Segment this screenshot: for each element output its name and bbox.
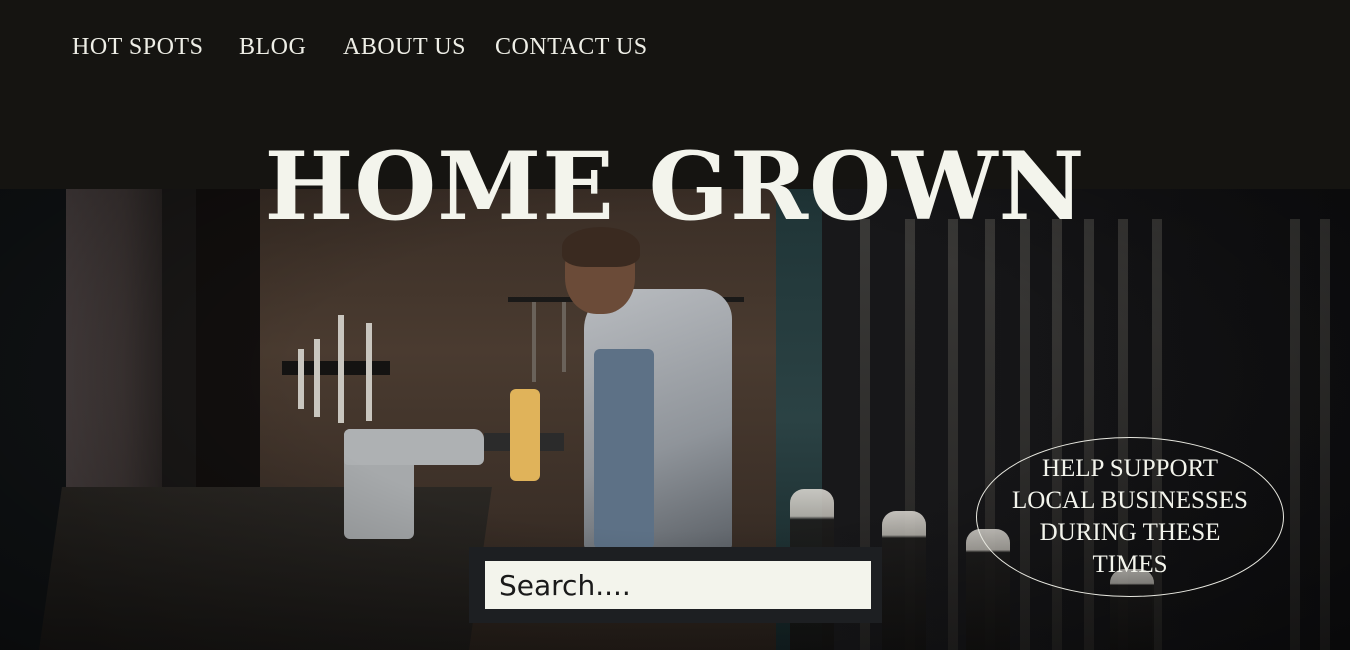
site-title: HOME GROWN: [264, 132, 1086, 242]
nav-about-us[interactable]: ABOUT US: [343, 34, 466, 61]
nav-blog[interactable]: BLOG: [239, 34, 306, 61]
nav-hot-spots[interactable]: HOT SPOTS: [72, 34, 203, 61]
search-bar: [469, 547, 882, 623]
support-badge: HELP SUPPORT LOCAL BUSINESSES DURING THE…: [976, 437, 1284, 597]
page: HOT SPOTS BLOG ABOUT US CONTACT US HOME …: [0, 0, 1350, 650]
search-input[interactable]: [485, 561, 871, 609]
support-badge-text: HELP SUPPORT LOCAL BUSINESSES DURING THE…: [1012, 455, 1248, 578]
nav-contact-us[interactable]: CONTACT US: [495, 34, 648, 61]
